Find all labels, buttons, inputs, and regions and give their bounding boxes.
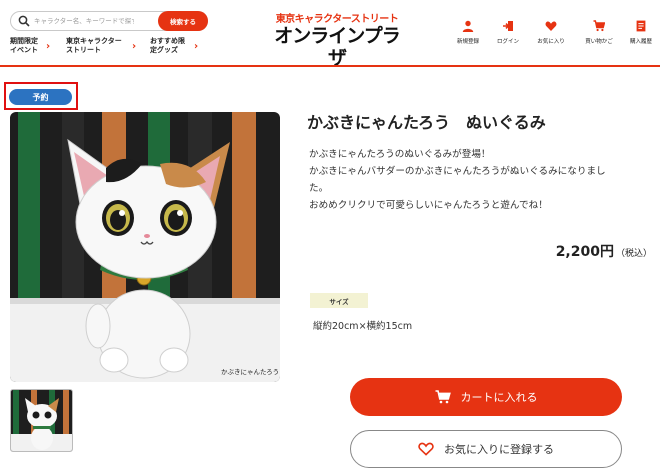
header-divider (0, 65, 660, 67)
site-logo[interactable]: 東京キャラクターストリート オンラインプラザ (268, 14, 406, 69)
logo-line2: オンラインプラザ (274, 25, 400, 69)
description-line: かぶきにゃんバサダーのかぶきにゃんたろうがぬいぐるみになりまし (309, 166, 606, 177)
cart-icon (435, 390, 451, 404)
add-to-favorites-label: お気に入りに登録する (444, 443, 554, 456)
description-line: かぶきにゃんたろうのぬいぐるみが登場！ (309, 149, 491, 160)
size-value: 縦約20cm×横約15cm (313, 321, 413, 332)
size-label: サイズ (310, 293, 368, 308)
chevron-right-icon: › (132, 40, 137, 52)
product-title: かぶきにゃんたろう ぬいぐるみ (307, 113, 546, 132)
header-history-label: 購入履歴 (629, 39, 652, 45)
search-input[interactable] (34, 14, 134, 28)
search-box: 検索する (10, 11, 208, 31)
image-caption: かぶきにゃんたろう (221, 368, 279, 376)
header-cart-label: 買い物かご (585, 39, 613, 45)
heart-icon (545, 21, 557, 31)
nav-recommended-label: おすすめ限定グッズ (150, 37, 185, 54)
product-main-image[interactable]: かぶきにゃんたろう (10, 112, 280, 382)
header-history[interactable]: 購入履歴 (621, 20, 660, 45)
nav-character-street[interactable]: 東京キャラクターストリート › (66, 37, 136, 55)
header-signup-label: 新規登録 (456, 39, 479, 45)
cart-icon (593, 20, 605, 32)
product-description: かぶきにゃんたろうのぬいぐるみが登場！ かぶきにゃんバサダーのかぶきにゃんたろう… (309, 146, 639, 214)
add-to-cart-button[interactable]: カートに入れる (350, 378, 622, 416)
product-thumbnail[interactable] (10, 389, 73, 452)
history-icon (636, 20, 646, 32)
chevron-right-icon: › (194, 40, 199, 52)
nav-event[interactable]: 期間限定イベント › (10, 37, 50, 55)
chevron-right-icon: › (46, 40, 51, 52)
price-amount: 2,200円 (555, 244, 614, 260)
login-icon (503, 21, 513, 31)
header-signup[interactable]: 新規登録 (448, 20, 488, 45)
add-to-cart-label: カートに入れる (460, 391, 538, 404)
product-price: 2,200円 （税込） (556, 241, 652, 261)
search-button[interactable]: 検索する (158, 11, 208, 31)
heart-outline-icon (418, 442, 434, 456)
add-to-favorites-button[interactable]: お気に入りに登録する (350, 430, 622, 468)
logo-line1: 東京キャラクターストリート (275, 14, 399, 25)
reservation-badge: 予約 (9, 89, 72, 105)
description-line: おめめクリクリで可愛らしいにゃんたろうと遊んでね！ (309, 200, 548, 211)
header-favorites-label: お気に入り (537, 39, 565, 45)
header-cart[interactable]: 買い物かご (579, 20, 619, 45)
price-tax-note: （税込） (615, 249, 652, 259)
header-login[interactable]: ログイン (488, 20, 528, 45)
search-icon (18, 15, 30, 27)
nav-event-label: 期間限定イベント (10, 37, 38, 54)
user-add-icon (462, 20, 474, 32)
nav-recommended[interactable]: おすすめ限定グッズ › (150, 37, 198, 55)
header-favorites[interactable]: お気に入り (531, 20, 571, 45)
header-login-label: ログイン (496, 39, 519, 45)
description-line: た。 (309, 183, 329, 194)
nav-character-street-label: 東京キャラクターストリート (66, 37, 122, 54)
